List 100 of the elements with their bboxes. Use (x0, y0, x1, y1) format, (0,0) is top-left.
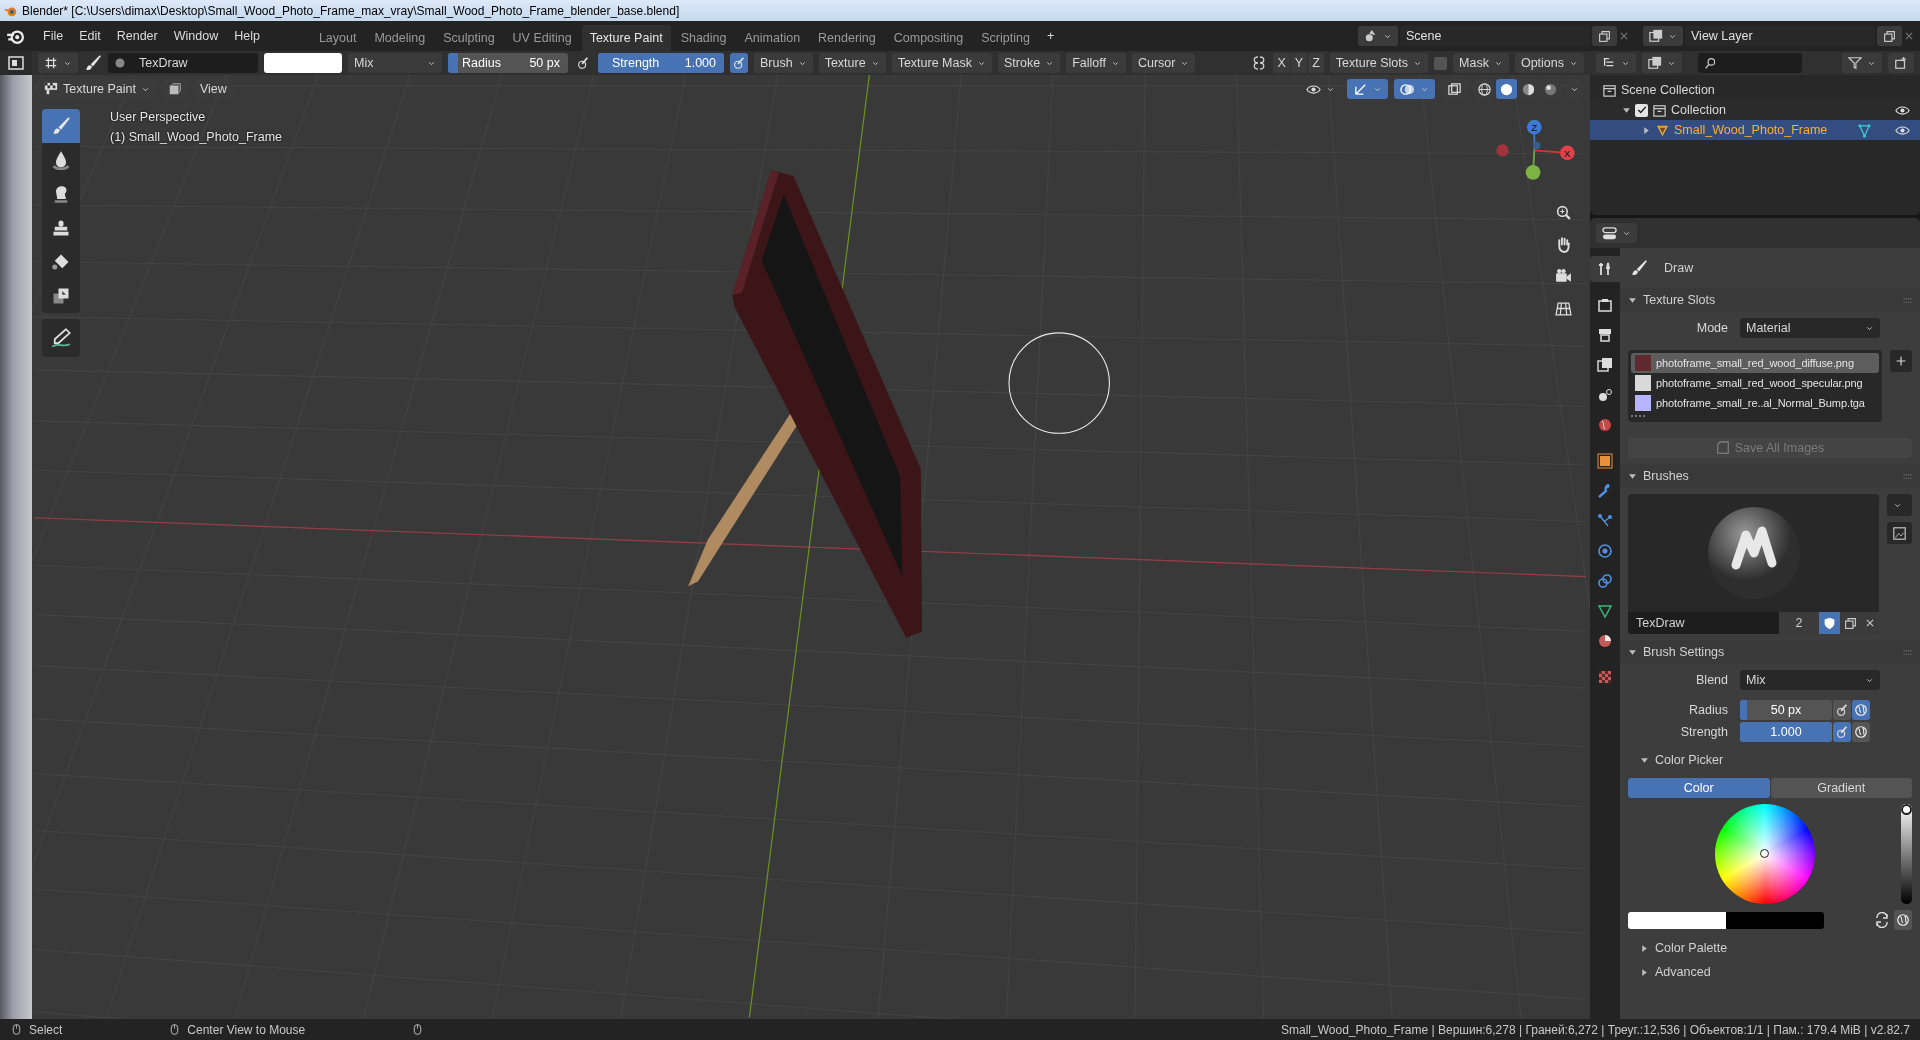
copy-button[interactable] (1877, 26, 1902, 46)
editor-type-button[interactable] (38, 53, 78, 73)
properties-type-button[interactable] (1596, 223, 1637, 243)
texture-slot-item[interactable]: photoframe_small_red_wood_diffuse.png (1631, 353, 1879, 373)
checkbox[interactable] (1635, 103, 1648, 117)
menu-item[interactable]: File (36, 25, 71, 47)
header-menu[interactable]: Brush (754, 53, 813, 73)
workspace-tab[interactable]: Animation (736, 25, 809, 51)
axis-toggle[interactable]: Z (1308, 53, 1324, 73)
color-mode-tab[interactable]: Color (1628, 778, 1770, 798)
close-icon[interactable] (1904, 31, 1914, 41)
mode-dropdown[interactable]: Material (1740, 318, 1880, 338)
filter-button[interactable] (1842, 53, 1882, 73)
draw-tool-button[interactable] (42, 109, 80, 143)
workspace-tab[interactable]: Texture Paint (581, 25, 671, 51)
header-menu[interactable]: Texture (818, 53, 886, 73)
properties-tab[interactable] (1590, 256, 1620, 282)
axis-toggle[interactable]: X (1273, 53, 1290, 73)
outliner-type-button[interactable] (1596, 53, 1636, 73)
image-editor-icon[interactable] (8, 55, 24, 71)
header-menu[interactable]: Mask (1453, 53, 1509, 73)
workspace-tab[interactable]: Shading (672, 25, 735, 51)
brush-selector[interactable]: TexDraw (108, 53, 258, 73)
unified-toggle[interactable] (1852, 700, 1870, 720)
header-menu[interactable]: Texture Slots (1329, 53, 1429, 73)
copy-button[interactable] (1592, 26, 1617, 46)
mask-checkbox[interactable] (1434, 56, 1448, 70)
unified-toggle[interactable] (1894, 910, 1912, 930)
panel-header[interactable]: Brush Settings (1620, 640, 1920, 664)
status-hint: Center View to Mouse (187, 1021, 306, 1039)
user-count[interactable]: 2 (1779, 612, 1819, 634)
new-collection-button[interactable] (1888, 53, 1914, 73)
menu-item[interactable]: Render (109, 25, 165, 47)
scene-type-button[interactable] (1358, 26, 1398, 46)
menu-item[interactable]: Edit (72, 25, 108, 47)
view-layer-field[interactable]: View Layer (1685, 26, 1875, 46)
header-menu[interactable]: Falloff (1066, 53, 1126, 73)
workspace-tab[interactable]: Sculpting (435, 25, 503, 51)
close-icon[interactable] (1619, 31, 1629, 41)
outliner-row[interactable]: Small_Wood_Photo_Frame (1590, 120, 1920, 140)
mode-dropdown[interactable]: Texture Paint (38, 79, 156, 99)
pressure-toggle[interactable] (1833, 700, 1851, 720)
brush-icon (1630, 259, 1648, 277)
unified-toggle[interactable] (1852, 722, 1870, 742)
color-swatch[interactable] (1726, 911, 1824, 929)
annotate-tool-button[interactable] (42, 319, 80, 357)
view-menu[interactable]: View (193, 79, 233, 99)
navigation-gizmo[interactable] (1496, 119, 1575, 180)
slider[interactable]: 1.000 (1740, 722, 1832, 742)
color-swatch[interactable] (264, 53, 342, 73)
shading-button[interactable] (1496, 79, 1517, 99)
workspace-tab[interactable]: UV Editing (504, 25, 580, 51)
outliner-row[interactable]: Scene Collection (1590, 80, 1920, 100)
value-slider[interactable] (1901, 804, 1912, 904)
texture-slot-item[interactable]: photoframe_small_red_wood_specular.png (1631, 373, 1879, 393)
slider[interactable]: 50 px (1740, 700, 1832, 720)
texture-slot-item[interactable]: photoframe_small_re..al_Normal_Bump.tga (1631, 393, 1879, 413)
workspace-tab[interactable]: Layout (310, 25, 365, 51)
expand-arrow-icon[interactable] (1642, 125, 1651, 135)
header-menu[interactable]: Stroke (998, 53, 1061, 73)
menu-item[interactable]: Window (166, 25, 226, 47)
workspace-tab[interactable]: Scripting (973, 25, 1038, 51)
pressure-toggle[interactable] (1833, 722, 1851, 742)
workspace-tab[interactable]: Compositing (885, 25, 972, 51)
swap-colors-icon[interactable] (1874, 912, 1890, 928)
view-layer-type-button[interactable] (1643, 26, 1683, 46)
header-menu[interactable]: Cursor (1131, 53, 1196, 73)
value-slider-handle[interactable] (1901, 804, 1912, 815)
slider[interactable]: Strength 1.000 (598, 53, 724, 73)
brush-name-field[interactable]: TexDraw (1628, 613, 1779, 633)
header-menu[interactable]: Options (1514, 53, 1584, 73)
panel-header[interactable]: Texture Slots (1620, 288, 1920, 312)
soften-tool-button[interactable] (42, 143, 80, 177)
display-mode-button[interactable] (1642, 53, 1682, 73)
panel-header[interactable]: Brushes (1620, 464, 1920, 488)
overlay-toggle[interactable] (1394, 79, 1435, 99)
blender-logo-icon[interactable] (6, 27, 24, 45)
gizmo-toggle[interactable] (1347, 79, 1388, 99)
workspace-tab[interactable]: Modeling (366, 25, 434, 51)
pressure-toggle[interactable] (730, 53, 748, 73)
search-field[interactable] (1698, 53, 1802, 73)
color-mode-tab[interactable]: Gradient (1770, 778, 1912, 798)
slider-value: 50 px (529, 54, 560, 72)
brush-icon[interactable] (84, 54, 102, 72)
slider[interactable]: Radius 50 px (448, 53, 568, 73)
axis-toggle[interactable]: Y (1290, 53, 1308, 73)
mask-tool-button[interactable] (42, 279, 80, 313)
add-slot-button[interactable] (1890, 350, 1912, 372)
workspace-tab[interactable]: Rendering (810, 25, 884, 51)
menu-item[interactable]: Help (227, 25, 267, 47)
header-menu[interactable]: Texture Mask (891, 53, 992, 73)
brush-image-button[interactable] (1887, 522, 1912, 544)
fake-user-toggle[interactable] (1819, 612, 1840, 634)
blend-dropdown[interactable]: Mix (1740, 670, 1880, 690)
add-workspace-button[interactable]: + (1039, 25, 1062, 47)
solid-shading-icon (1499, 81, 1514, 97)
blend-dropdown[interactable]: Mix (348, 53, 442, 73)
color-swatch[interactable] (1628, 911, 1726, 929)
scene-field[interactable]: Scene (1400, 26, 1590, 46)
collapse-arrow-icon[interactable] (1622, 105, 1631, 115)
